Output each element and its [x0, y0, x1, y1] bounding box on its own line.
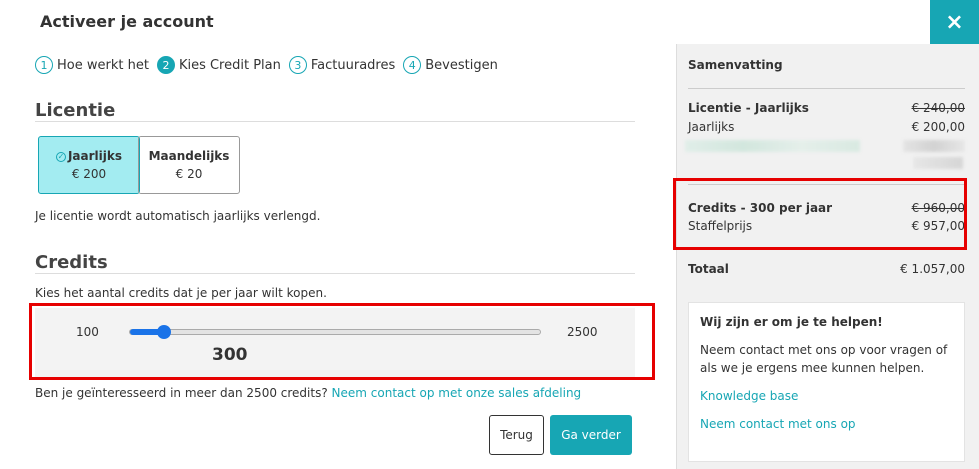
dialog-title: Activeer je account	[40, 12, 214, 31]
highlight-box	[29, 303, 655, 380]
license-price: € 200,00	[911, 120, 965, 134]
help-box: Wij zijn er om je te helpen! Neem contac…	[688, 302, 965, 462]
summary-total-row: Totaal € 1.057,00	[688, 262, 965, 276]
step-number: 2	[156, 56, 175, 74]
total-value: € 1.057,00	[900, 262, 965, 276]
blurred-text	[913, 157, 963, 169]
step-2[interactable]: 2 Kies Credit Plan	[156, 56, 281, 74]
summary-license-sub-row: Jaarlijks € 200,00	[688, 120, 965, 134]
step-number: 3	[288, 56, 307, 74]
credits-heading: Credits	[35, 252, 108, 273]
summary-license-row: Licentie - Jaarlijks € 240,00	[688, 101, 965, 115]
plan-monthly-option[interactable]: Maandelijks € 20	[138, 136, 240, 194]
plan-name: Jaarlijks	[67, 149, 123, 163]
check-icon: ✓	[55, 152, 66, 162]
credits-instruction: Kies het aantal credits dat je per jaar …	[35, 286, 327, 300]
close-icon[interactable]: ×	[930, 0, 979, 44]
contact-us-link[interactable]: Neem contact met ons op	[700, 417, 953, 431]
plan-price: € 200	[71, 167, 107, 181]
license-heading: Licentie	[35, 100, 116, 121]
highlight-box	[673, 178, 967, 250]
help-title: Wij zijn er om je te helpen!	[700, 315, 883, 329]
step-1[interactable]: 1 Hoe werkt het	[35, 56, 149, 74]
license-old-price: € 240,00	[911, 101, 965, 115]
step-label: Factuuradres	[310, 57, 396, 73]
knowledge-base-link[interactable]: Knowledge base	[700, 389, 953, 403]
next-button[interactable]: Ga verder	[550, 415, 632, 455]
step-indicator: 1 Hoe werkt het 2 Kies Credit Plan 3 Fac…	[35, 56, 506, 74]
step-3[interactable]: 3 Factuuradres	[288, 56, 396, 74]
blurred-text	[685, 140, 860, 152]
help-text: Neem contact met ons op voor vragen of a…	[700, 343, 948, 375]
total-label: Totaal	[688, 262, 729, 276]
license-sub: Jaarlijks	[688, 120, 735, 134]
plan-price: € 20	[175, 167, 203, 181]
summary-title: Samenvatting	[688, 58, 783, 72]
step-number: 1	[35, 56, 53, 74]
license-note: Je licentie wordt automatisch jaarlijks …	[35, 209, 321, 223]
divider	[35, 121, 635, 122]
plan-yearly-option[interactable]: ✓ Jaarlijks € 200	[38, 136, 140, 194]
summary-panel: Samenvatting Licentie - Jaarlijks € 240,…	[676, 44, 979, 469]
step-number: 4	[403, 56, 422, 74]
more-credits-note: Ben je geïnteresseerd in meer dan 2500 c…	[35, 386, 581, 400]
sales-contact-link[interactable]: Neem contact op met onze sales afdeling	[332, 386, 582, 400]
blurred-text	[903, 140, 965, 152]
step-label: Hoe werkt het	[57, 57, 149, 73]
more-credits-text: Ben je geïnteresseerd in meer dan 2500 c…	[35, 386, 328, 400]
divider	[688, 88, 965, 89]
step-4[interactable]: 4 Bevestigen	[403, 56, 498, 74]
step-label: Kies Credit Plan	[178, 57, 281, 73]
back-button[interactable]: Terug	[489, 415, 544, 455]
step-label: Bevestigen	[425, 57, 498, 73]
plan-name: Maandelijks	[148, 149, 230, 163]
divider	[35, 273, 635, 274]
license-label: Licentie - Jaarlijks	[688, 101, 809, 115]
